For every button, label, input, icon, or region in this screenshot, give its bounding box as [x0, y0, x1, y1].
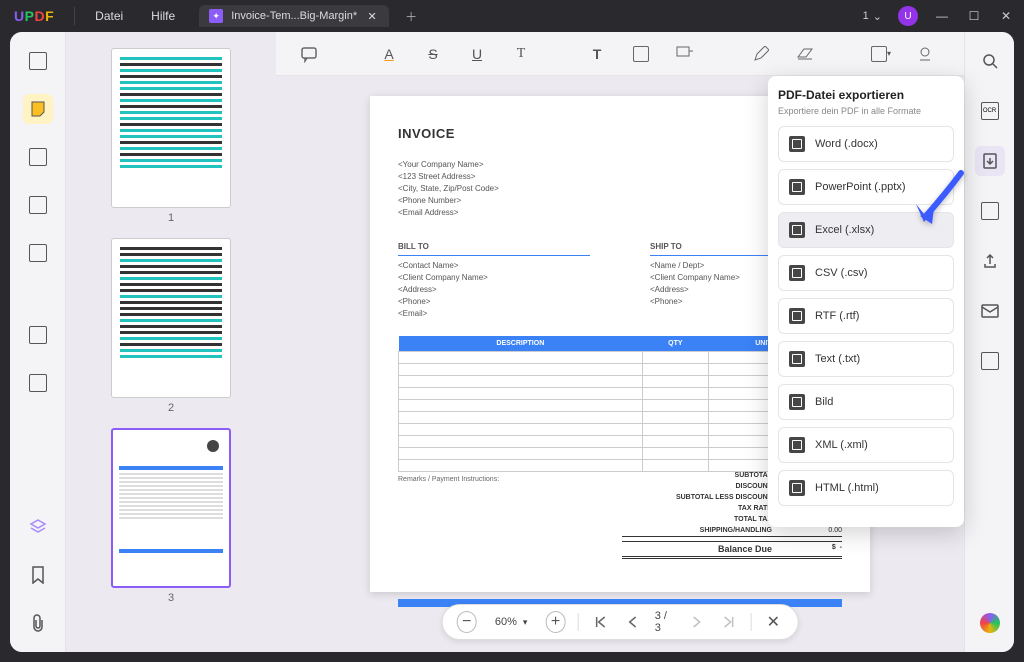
- search-button[interactable]: [975, 46, 1005, 76]
- powerpoint-icon: [789, 179, 805, 195]
- export-panel: PDF-Datei exportieren Exportiere dein PD…: [768, 76, 964, 527]
- form-tool[interactable]: [23, 238, 53, 268]
- html-icon: [789, 480, 805, 496]
- ocr-button[interactable]: OCR: [975, 96, 1005, 126]
- export-title: PDF-Datei exportieren: [778, 88, 954, 102]
- close-tab-icon[interactable]: ✕: [365, 9, 379, 23]
- page-navigator: − 60%▾ + 3 / 3 ✕: [442, 604, 799, 640]
- squiggly-icon[interactable]: T: [510, 43, 532, 65]
- crop-tool[interactable]: [23, 368, 53, 398]
- close-window-button[interactable]: ✕: [998, 8, 1014, 24]
- remarks-label: Remarks / Payment Instructions:: [398, 476, 622, 559]
- export-excel[interactable]: Excel (.xlsx): [778, 212, 954, 248]
- new-tab-button[interactable]: ＋: [399, 4, 423, 28]
- format-toolbar: A S U T T ▾: [276, 32, 964, 76]
- mail-button[interactable]: [975, 296, 1005, 326]
- prev-page-button[interactable]: [623, 611, 643, 633]
- strikethrough-icon[interactable]: S: [422, 43, 444, 65]
- zoom-out-button[interactable]: −: [457, 611, 477, 633]
- rtf-icon: [789, 308, 805, 324]
- convert-button[interactable]: [975, 196, 1005, 226]
- xml-icon: [789, 437, 805, 453]
- export-rtf[interactable]: RTF (.rtf): [778, 298, 954, 334]
- reader-tool[interactable]: [23, 46, 53, 76]
- text-icon: [789, 351, 805, 367]
- shape-icon[interactable]: ▾: [870, 43, 892, 65]
- comment-tool[interactable]: [23, 94, 53, 124]
- maximize-button[interactable]: ☐: [966, 8, 982, 24]
- export-button[interactable]: [975, 146, 1005, 176]
- pencil-icon[interactable]: [750, 43, 772, 65]
- callout-icon[interactable]: [674, 43, 696, 65]
- menu-help[interactable]: Hilfe: [137, 9, 189, 23]
- export-xml[interactable]: XML (.xml): [778, 427, 954, 463]
- underline-icon[interactable]: U: [466, 43, 488, 65]
- menu-file[interactable]: Datei: [81, 9, 137, 23]
- textbox-icon[interactable]: [630, 43, 652, 65]
- export-powerpoint[interactable]: PowerPoint (.pptx): [778, 169, 954, 205]
- excel-icon: [789, 222, 805, 238]
- thumb-number: 1: [111, 212, 231, 224]
- export-word[interactable]: Word (.docx): [778, 126, 954, 162]
- ai-button[interactable]: [975, 608, 1005, 638]
- first-page-button[interactable]: [591, 611, 611, 633]
- text-icon[interactable]: T: [586, 43, 608, 65]
- thumb-number: 3: [111, 592, 231, 604]
- print-button[interactable]: [975, 346, 1005, 376]
- billto-heading: BILL TO: [398, 241, 590, 256]
- document-tab[interactable]: ✦ Invoice-Tem...Big-Margin* ✕: [199, 5, 389, 27]
- notification-count[interactable]: 1⌄: [863, 10, 882, 23]
- thumbnail-page-1[interactable]: [111, 48, 231, 208]
- stamp-icon[interactable]: [914, 43, 936, 65]
- thumb-number: 2: [111, 402, 231, 414]
- left-tool-rail: [10, 32, 66, 652]
- bookmark-button[interactable]: [23, 560, 53, 590]
- attachment-button[interactable]: [23, 608, 53, 638]
- export-image[interactable]: Bild: [778, 384, 954, 420]
- edit-tool[interactable]: [23, 142, 53, 172]
- minimize-button[interactable]: —: [934, 8, 950, 24]
- pdf-icon: ✦: [209, 9, 223, 23]
- zoom-level[interactable]: 60%▾: [489, 616, 534, 628]
- export-text[interactable]: Text (.txt): [778, 341, 954, 377]
- csv-icon: [789, 265, 805, 281]
- page-indicator[interactable]: 3 / 3: [655, 610, 675, 634]
- export-csv[interactable]: CSV (.csv): [778, 255, 954, 291]
- thumbnail-page-3[interactable]: [111, 428, 231, 588]
- right-tool-rail: OCR: [964, 32, 1014, 652]
- share-button[interactable]: [975, 246, 1005, 276]
- app-container: 1 2 3 A S U T T: [10, 32, 1014, 652]
- user-avatar[interactable]: U: [898, 6, 918, 26]
- eraser-icon[interactable]: [794, 43, 816, 65]
- tab-label: Invoice-Tem...Big-Margin*: [231, 10, 357, 22]
- app-logo: UPDF: [0, 8, 68, 24]
- export-html[interactable]: HTML (.html): [778, 470, 954, 506]
- close-nav-button[interactable]: ✕: [763, 611, 783, 633]
- last-page-button[interactable]: [718, 611, 738, 633]
- thumbnail-panel: 1 2 3: [66, 32, 276, 652]
- comment-icon[interactable]: [298, 43, 320, 65]
- layers-button[interactable]: [23, 512, 53, 542]
- organize-tool[interactable]: [23, 320, 53, 350]
- titlebar: UPDF Datei Hilfe ✦ Invoice-Tem...Big-Mar…: [0, 0, 1024, 32]
- next-page-button[interactable]: [686, 611, 706, 633]
- thumbnail-page-2[interactable]: [111, 238, 231, 398]
- export-subtitle: Exportiere dein PDF in alle Formate: [778, 106, 954, 116]
- word-icon: [789, 136, 805, 152]
- page-tool[interactable]: [23, 190, 53, 220]
- zoom-in-button[interactable]: +: [545, 611, 565, 633]
- highlight-icon[interactable]: A: [378, 43, 400, 65]
- image-icon: [789, 394, 805, 410]
